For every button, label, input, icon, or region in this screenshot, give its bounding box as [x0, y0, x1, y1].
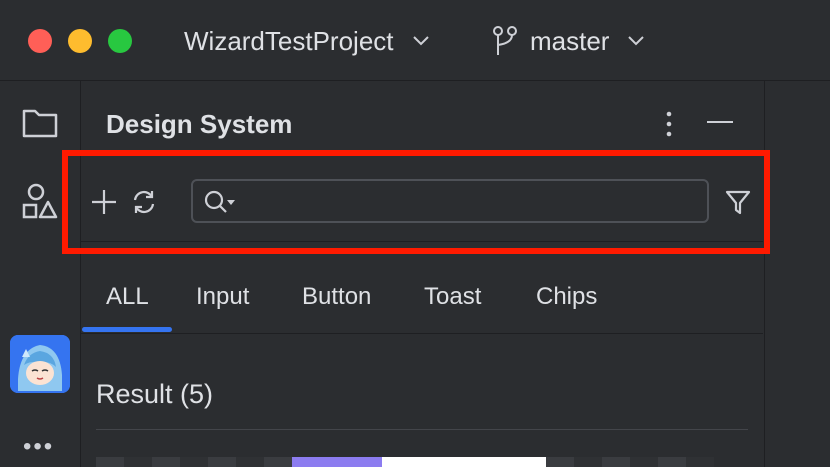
close-window-button[interactable]	[28, 29, 52, 53]
preview-swatch	[546, 457, 574, 467]
preview-swatch	[236, 457, 264, 467]
preview-swatch	[322, 457, 382, 467]
tab-toast[interactable]: Toast	[424, 261, 481, 333]
preview-swatch	[208, 457, 236, 467]
project-name: WizardTestProject	[184, 25, 394, 56]
search-field[interactable]	[191, 179, 709, 223]
search-icon[interactable]	[203, 189, 239, 215]
refresh-icon[interactable]	[129, 187, 159, 217]
tool-window-bar: •••	[0, 81, 81, 467]
result-count: Result (5)	[96, 379, 214, 409]
preview-swatch	[630, 457, 658, 467]
git-branch-icon	[493, 26, 517, 55]
branch-selector[interactable]: master	[492, 24, 645, 58]
preview-swatch	[658, 457, 686, 467]
shapes-icon[interactable]	[20, 181, 60, 221]
search-input[interactable]	[247, 187, 701, 217]
anime-face-icon	[10, 335, 70, 393]
preview-swatch	[292, 457, 322, 467]
preview-swatch	[152, 457, 180, 467]
tab-button[interactable]: Button	[302, 261, 371, 333]
zoom-window-button[interactable]	[108, 29, 132, 53]
folder-icon[interactable]	[20, 103, 60, 143]
preview-swatch	[96, 457, 124, 467]
branch-name: master	[530, 25, 610, 56]
title-bar: WizardTestProject master	[0, 0, 830, 81]
tab-label: Button	[302, 283, 372, 310]
tab-input[interactable]: Input	[196, 261, 249, 333]
minimize-window-button[interactable]	[68, 29, 92, 53]
selected-tab-indicator	[82, 327, 172, 332]
divider	[96, 429, 748, 430]
right-tool-window-bar	[764, 81, 830, 467]
design-system-panel: Design System ALL Input Button Toast Chi…	[81, 81, 763, 467]
preview-swatch	[382, 457, 546, 467]
chevron-down-icon	[628, 36, 645, 46]
tab-all[interactable]: ALL	[106, 261, 149, 333]
tab-label: Input	[196, 283, 250, 310]
result-preview	[96, 457, 748, 467]
preview-swatch	[124, 457, 152, 467]
add-icon[interactable]	[89, 187, 119, 217]
preview-swatch	[686, 457, 714, 467]
chevron-down-icon	[412, 36, 429, 46]
tab-label: Chips	[536, 283, 598, 310]
more-options-icon[interactable]	[659, 109, 679, 139]
plugin-avatar-icon[interactable]	[10, 335, 70, 393]
preview-swatch	[264, 457, 292, 467]
preview-swatch	[574, 457, 602, 467]
hide-panel-button[interactable]	[707, 121, 733, 123]
panel-title: Design System	[106, 109, 293, 139]
tab-chips[interactable]: Chips	[536, 261, 597, 333]
more-icon[interactable]: •••	[23, 433, 54, 461]
preview-swatch	[180, 457, 208, 467]
project-selector[interactable]: WizardTestProject	[184, 24, 430, 58]
filter-icon[interactable]	[723, 187, 753, 217]
tab-label: Toast	[424, 283, 482, 310]
category-tabs: ALL Input Button Toast Chips	[81, 261, 763, 334]
tab-label: ALL	[106, 283, 149, 310]
preview-swatch	[602, 457, 630, 467]
